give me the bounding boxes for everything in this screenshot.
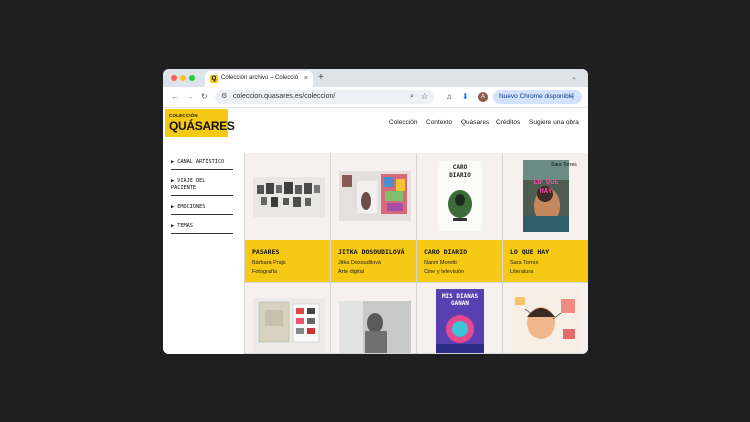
card-image xyxy=(253,177,325,217)
filter-viaje-del-paciente[interactable]: ▶ VIAJE DEL PACIENTE xyxy=(171,176,233,196)
tab-strip: Q Colección archivo – Colecció × + ⌄ xyxy=(163,69,588,87)
card-info: LO QUE HAY Sara Torres Literatura xyxy=(503,240,588,282)
site-logo[interactable]: COLECCIÓN QUÁSARES xyxy=(165,109,235,137)
expand-arrow-icon: ▶ xyxy=(171,178,175,184)
browser-toolbar: ← → ↻ ⚙ coleccion.quasares.es/coleccion/… xyxy=(163,87,588,108)
card-title: JITKA DOSOUDILOVÁ xyxy=(338,248,405,256)
favicon-icon: Q xyxy=(210,75,218,83)
filter-label: TEMAS xyxy=(177,223,193,229)
filter-emociones[interactable]: ▶ EMOCIONES xyxy=(171,202,233,215)
card-lo-que-hay[interactable]: Sara Torres LO QUE HAY LO QUE HAY Sara T… xyxy=(503,153,588,283)
cover-author: Sara Torres xyxy=(551,162,577,168)
menu-kebab-icon[interactable]: ⋮ xyxy=(569,91,577,103)
minimize-window-button[interactable] xyxy=(180,75,186,81)
browser-window: Q Colección archivo – Colecció × + ⌄ ← →… xyxy=(163,69,588,354)
card-category: Cine y televisión xyxy=(424,269,465,275)
tab-search-button[interactable]: ⌄ xyxy=(568,72,580,84)
card-image xyxy=(339,301,411,353)
tab-active[interactable]: Q Colección archivo – Colecció × xyxy=(205,71,313,87)
card-image xyxy=(511,289,581,353)
update-label: Nuevo Chrome disponible xyxy=(499,93,574,100)
card-info: PASARES Bárbara Prajs Fotografía xyxy=(245,240,330,282)
media-control-icon[interactable]: ♫ xyxy=(446,91,452,103)
nav-sugiere[interactable]: Sugiere una obra xyxy=(529,118,579,127)
address-bar[interactable]: ⚙ coleccion.quasares.es/coleccion/ ⌕ ☆ xyxy=(215,90,434,104)
card-info: CARO DIARIO Nanni Moretti Cine y televis… xyxy=(417,240,502,282)
card-image xyxy=(253,298,325,353)
nav-quasares[interactable]: Quásares xyxy=(461,118,489,127)
expand-arrow-icon: ▶ xyxy=(171,223,175,229)
card-title: LO QUE HAY xyxy=(510,248,550,256)
cover-text: LO QUE HAY xyxy=(533,178,559,195)
chrome-update-button[interactable]: Nuevo Chrome disponible ⋮ xyxy=(493,90,582,104)
card-pasares[interactable]: PASARES Bárbara Prajs Fotografía xyxy=(245,153,331,283)
card-image xyxy=(339,171,411,221)
collection-grid: PASARES Bárbara Prajs Fotografía JITKA D… xyxy=(244,153,588,354)
back-button[interactable]: ← xyxy=(171,91,179,103)
search-icon[interactable]: ⌕ xyxy=(410,91,414,103)
card-title: PASARES xyxy=(252,248,280,256)
close-window-button[interactable] xyxy=(171,75,177,81)
profile-avatar[interactable]: A xyxy=(478,92,488,102)
tab-title: Colección archivo – Colecció xyxy=(221,75,299,81)
filter-temas[interactable]: ▶ TEMAS xyxy=(171,221,233,234)
filter-label: VIAJE DEL PACIENTE xyxy=(171,178,206,191)
filter-sidebar: ▶ CANAL ARTÍSTICO ▶ VIAJE DEL PACIENTE ▶… xyxy=(171,157,233,240)
card-author: Bárbara Prajs xyxy=(252,260,286,266)
filter-label: EMOCIONES xyxy=(177,204,206,210)
card-illustration[interactable] xyxy=(503,283,588,354)
card-title: CARO DIARIO xyxy=(424,248,468,256)
tab-close-icon[interactable]: × xyxy=(304,74,308,83)
card-mis-dianas-ganan[interactable]: MIS DIANAS GANAN xyxy=(417,283,503,354)
card-author: Jitka Dosoudilová xyxy=(338,260,382,266)
forward-button[interactable]: → xyxy=(186,91,194,103)
site-info-icon[interactable]: ⚙ xyxy=(221,91,227,103)
card-author: Nanni Moretti xyxy=(424,260,457,266)
card-category: Fotografía xyxy=(252,269,278,275)
card-book[interactable] xyxy=(245,283,331,354)
download-icon[interactable]: ⬇ xyxy=(462,91,469,103)
card-caro-diario[interactable]: CARO DIARIO CARO DIARIO Nanni Moretti Ci… xyxy=(417,153,503,283)
filter-label: CANAL ARTÍSTICO xyxy=(177,159,225,165)
bookmark-star-icon[interactable]: ☆ xyxy=(421,91,428,103)
card-category: Arte digital xyxy=(338,269,364,275)
nav-coleccion[interactable]: Colección xyxy=(389,118,418,127)
cover-text: MIS DIANAS GANAN xyxy=(441,293,479,307)
card-jitka-dosoudilova[interactable]: JITKA DOSOUDILOVÁ Jitka Dosoudilová Arte… xyxy=(331,153,417,283)
new-tab-button[interactable]: + xyxy=(318,72,324,84)
reload-button[interactable]: ↻ xyxy=(201,91,208,103)
maximize-window-button[interactable] xyxy=(189,75,195,81)
nav-contexto[interactable]: Contexto xyxy=(426,118,452,127)
card-category: Literatura xyxy=(510,269,534,275)
cover-text: CARO DIARIO xyxy=(449,164,471,179)
card-image xyxy=(523,160,569,232)
url-text[interactable]: coleccion.quasares.es/coleccion/ xyxy=(233,92,335,102)
web-page: COLECCIÓN QUÁSARES Colección Contexto Qu… xyxy=(163,109,588,354)
logo-big-text: QUÁSARES xyxy=(169,119,235,133)
card-author: Sara Torres xyxy=(510,260,539,266)
filter-canal-artistico[interactable]: ▶ CANAL ARTÍSTICO xyxy=(171,157,233,170)
expand-arrow-icon: ▶ xyxy=(171,159,175,165)
card-info: JITKA DOSOUDILOVÁ Jitka Dosoudilová Arte… xyxy=(331,240,416,282)
expand-arrow-icon: ▶ xyxy=(171,204,175,210)
card-photo-bw[interactable] xyxy=(331,283,417,354)
nav-creditos[interactable]: Créditos xyxy=(496,118,520,127)
